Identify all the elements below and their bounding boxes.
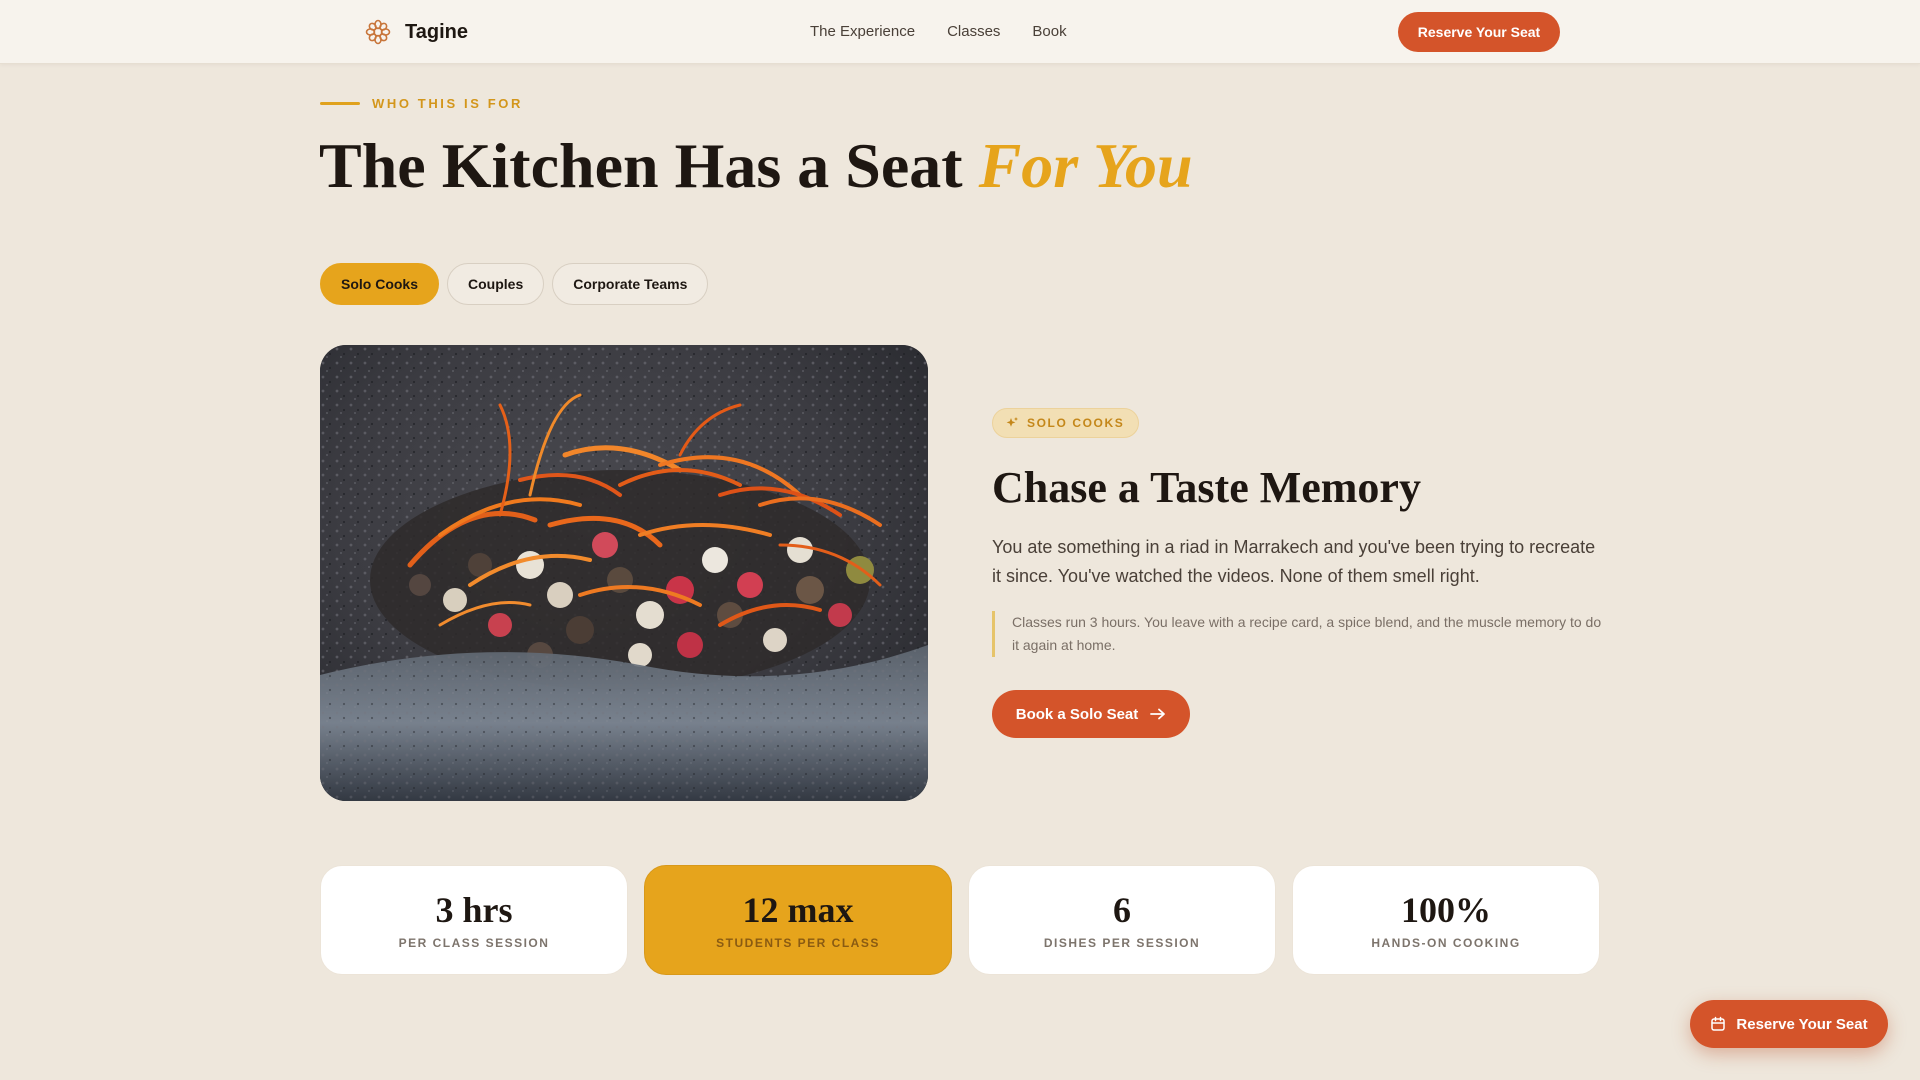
- nav-link-experience[interactable]: The Experience: [810, 23, 915, 40]
- main-nav: The Experience Classes Book: [810, 23, 1067, 40]
- panel-heading: Chase a Taste Memory: [992, 463, 1421, 512]
- audience-tabs: Solo Cooks Couples Corporate Teams: [320, 263, 709, 305]
- stat-label: HANDS-ON COOKING: [1371, 936, 1521, 950]
- arrow-right-icon: [1150, 708, 1166, 720]
- spice-mortar-illustration: [320, 345, 928, 801]
- stat-card: 100% HANDS-ON COOKING: [1292, 865, 1600, 975]
- title-highlight: For You: [978, 130, 1193, 201]
- eyebrow-label: WHO THIS IS FOR: [372, 96, 523, 111]
- reserve-seat-button[interactable]: Reserve Your Seat: [1398, 12, 1560, 52]
- floating-reserve-label: Reserve Your Seat: [1736, 1015, 1868, 1033]
- panel-description: You ate something in a riad in Marrakech…: [992, 537, 1596, 586]
- stat-label: PER CLASS SESSION: [398, 936, 550, 950]
- stat-value: 6: [1113, 890, 1131, 930]
- book-solo-seat-button[interactable]: Book a Solo Seat: [992, 690, 1190, 738]
- title-main: The Kitchen Has a Seat: [319, 130, 979, 201]
- spice-mortar-photo: [320, 345, 928, 801]
- stat-value: 100%: [1401, 890, 1491, 930]
- stat-label: DISHES PER SESSION: [1043, 936, 1201, 950]
- nav-link-book[interactable]: Book: [1032, 23, 1066, 40]
- book-solo-seat-label: Book a Solo Seat: [1015, 705, 1139, 723]
- tab-solo-cooks[interactable]: Solo Cooks: [320, 263, 440, 305]
- stat-card: 6 DISHES PER SESSION: [968, 865, 1276, 975]
- tab-couples[interactable]: Couples: [447, 263, 545, 305]
- stat-value: 12 max: [742, 890, 854, 930]
- top-navigation-bar: Tagine The Experience Classes Book Reser…: [0, 0, 1920, 64]
- stat-value: 3 hrs: [435, 890, 513, 930]
- brand-logo[interactable]: Tagine: [365, 18, 468, 46]
- panel-quote: Classes run 3 hours. You leave with a re…: [992, 611, 1604, 657]
- audience-badge: SOLO COOKS: [992, 408, 1140, 438]
- tab-corporate-teams[interactable]: Corporate Teams: [552, 263, 709, 305]
- stat-card-highlighted: 12 max STUDENTS PER CLASS: [644, 865, 952, 975]
- calendar-icon: [1711, 1016, 1726, 1031]
- floating-reserve-button[interactable]: Reserve Your Seat: [1690, 1000, 1888, 1048]
- badge-label: SOLO COOKS: [1027, 416, 1125, 430]
- eyebrow-divider: [320, 102, 360, 105]
- section-title: The Kitchen Has a Seat For You: [319, 128, 1193, 204]
- sparkle-icon: [1006, 417, 1018, 427]
- flower-emblem-icon: [365, 19, 391, 45]
- stat-label: STUDENTS PER CLASS: [716, 936, 880, 950]
- section-eyebrow: WHO THIS IS FOR: [320, 96, 523, 111]
- nav-link-classes[interactable]: Classes: [947, 23, 1000, 40]
- brand-name: Tagine: [405, 20, 468, 43]
- stats-row: 3 hrs PER CLASS SESSION 12 max STUDENTS …: [320, 865, 1600, 975]
- stat-card: 3 hrs PER CLASS SESSION: [320, 865, 628, 975]
